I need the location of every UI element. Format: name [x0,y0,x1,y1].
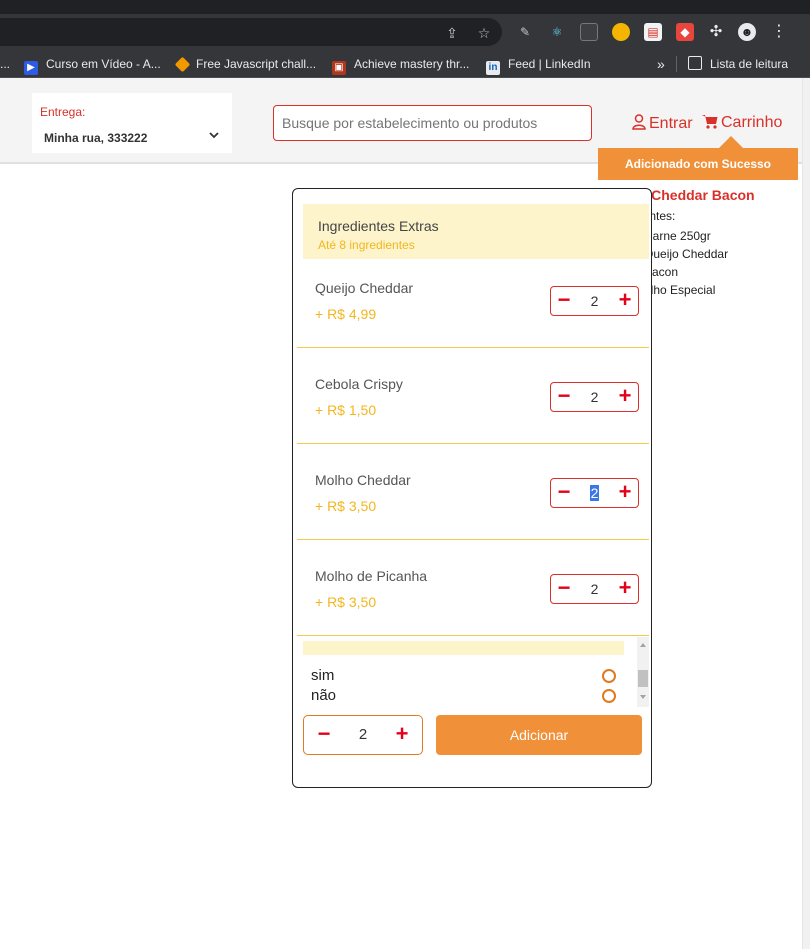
add-to-cart-button[interactable]: Adicionar [436,715,642,755]
bookmark-item[interactable]: Free Javascript chall... [174,56,316,73]
quantity-stepper: − 2 + [550,574,639,604]
extra-ingredient-row: Molho Cheddar + R$ 3,50 − 2 + [297,444,649,540]
increment-button[interactable]: + [382,721,422,749]
ingredient-name: Molho de Picanha [315,568,428,584]
notes-extension-icon[interactable]: ▤ [644,23,662,41]
cart-link[interactable]: Carrinho [702,114,782,132]
scroll-thumb[interactable] [638,670,648,687]
toast-arrow [719,136,743,148]
star-icon[interactable]: ☆ [476,25,492,41]
increment-button[interactable]: + [612,479,638,507]
ingredient-name: Molho Cheddar [315,472,411,488]
bookmark-item[interactable]: ▶ Curso em Vídeo - A... [24,56,161,75]
codewars-icon: ▣ [332,61,346,75]
bookmarks-overflow-button[interactable]: » [657,56,665,72]
extra-ingredient-row: Cebola Crispy + R$ 1,50 − 2 + [297,348,649,444]
option-radio[interactable] [602,689,616,703]
search-input[interactable] [273,105,592,141]
option-label: sim [311,667,335,684]
ingredient-price: + R$ 3,50 [315,594,377,610]
ingredient-price: + R$ 1,50 [315,402,377,418]
bookmark-item[interactable]: ▣ Achieve mastery thr... [332,56,469,75]
cart-icon [702,115,718,129]
login-link[interactable]: Entrar [632,114,693,133]
bookmark-item[interactable]: in Feed | LinkedIn [486,56,591,75]
react-extension-icon[interactable]: ⚛ [548,23,566,41]
puzzle-extensions-icon[interactable]: ✣ [707,23,725,41]
decrement-button[interactable]: − [551,287,577,315]
quantity-value[interactable]: 2 [577,575,612,603]
option-radio[interactable] [602,669,616,683]
ingredient-name: Queijo Cheddar [315,280,414,296]
quantity-value[interactable]: 2 [577,479,612,507]
extra-ingredient-row: Molho de Picanha + R$ 3,50 − 2 + [297,540,649,636]
extras-title: Ingredientes Extras [318,218,439,234]
reading-list-icon [688,56,702,70]
bookmark-folder-truncated[interactable]: ... [0,56,10,72]
ingredient-name: Cebola Crispy [315,376,403,392]
eyedropper-extension-icon[interactable]: ✎ [516,23,534,41]
decrement-button[interactable]: − [551,575,577,603]
option-label: não [311,687,337,704]
reading-list-button[interactable]: Lista de leitura [688,56,788,72]
delivery-address: Minha rua, 333222 [44,131,148,145]
address-bar[interactable]: ⇪ ☆ [0,18,502,46]
menu-dots-icon[interactable]: ⋮ [770,23,788,41]
increment-button[interactable]: + [612,575,638,603]
browser-tab-strip [0,0,810,14]
product-modal: Ingredientes Extras Até 8 ingredientes Q… [292,188,652,788]
option-question: sim não [297,637,649,707]
scroll-down-icon[interactable] [640,695,646,699]
bookmarks-bar: ... ▶ Curso em Vídeo - A... Free Javascri… [0,50,810,78]
extras-limit: Até 8 ingredientes [318,238,415,252]
quantity-stepper: − 2 + [550,286,639,316]
ingredient-price: + R$ 4,99 [315,306,377,322]
quantity-stepper: − 2 + [550,478,639,508]
delivery-label: Entrega: [40,105,86,119]
scroll-up-icon[interactable] [640,643,646,647]
bookmarks-divider [676,56,677,72]
options-scrollbar[interactable] [637,637,649,707]
user-icon [632,114,646,130]
chevron-down-icon [209,132,219,139]
linkedin-icon: in [486,61,500,75]
ublock-extension-icon[interactable]: ◆ [676,23,694,41]
delivery-select[interactable]: Entrega: Minha rua, 333222 [32,93,232,153]
color-extension-icon[interactable] [612,23,630,41]
window-extension-icon[interactable] [580,23,598,41]
page-scrollbar[interactable] [802,78,810,949]
ingredient-price: + R$ 3,50 [315,498,377,514]
quantity-stepper: − 2 + [550,382,639,412]
quantity-value[interactable]: 2 [344,721,382,749]
quantity-value[interactable]: 2 [577,287,612,315]
youtube-icon: ▶ [24,61,38,75]
product-quantity-stepper: − 2 + [303,715,423,755]
increment-button[interactable]: + [612,383,638,411]
decrement-button[interactable]: − [304,721,344,749]
browser-toolbar: ⇪ ☆ ✎ ⚛ ▤ ◆ ✣ ☻ ⋮ [0,14,810,50]
extra-ingredient-row: Queijo Cheddar + R$ 4,99 − 2 + [297,252,649,348]
share-icon[interactable]: ⇪ [444,25,460,41]
question-header [303,641,624,655]
diamond-icon [174,56,191,73]
extras-header: Ingredientes Extras Até 8 ingredientes [303,204,649,259]
profile-avatar-icon[interactable]: ☻ [738,23,756,41]
decrement-button[interactable]: − [551,383,577,411]
success-toast: Adicionado com Sucesso [598,148,798,180]
quantity-value[interactable]: 2 [577,383,612,411]
decrement-button[interactable]: − [551,479,577,507]
increment-button[interactable]: + [612,287,638,315]
